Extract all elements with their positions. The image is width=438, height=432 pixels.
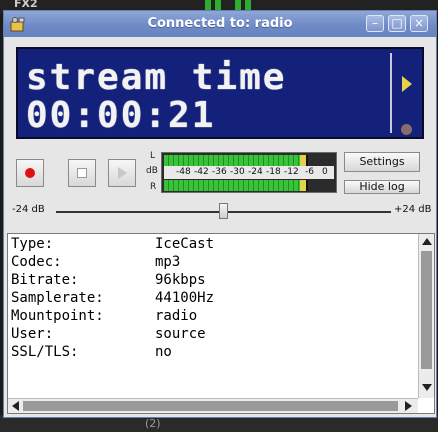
log-value: no <box>155 344 172 360</box>
volume-min-label: -24 dB <box>12 204 45 215</box>
scale-tick: -6 <box>305 167 314 177</box>
stream-time: 00:00:21 <box>26 95 216 136</box>
log-vertical-scrollbar[interactable] <box>418 234 434 398</box>
display-separator <box>390 53 392 133</box>
scale-tick: -36 <box>212 167 227 177</box>
level-meter: -48 -42 -36 -30 -24 -18 -12 -6 0 <box>161 152 337 193</box>
log-horizontal-scrollbar[interactable] <box>8 398 418 413</box>
log-key: Bitrate: <box>11 272 79 288</box>
scale-tick: -24 <box>248 167 263 177</box>
log-panel[interactable]: Type: IceCast Codec: mp3 Bitrate: 96kbps… <box>7 233 435 414</box>
log-key: SSL/TLS: <box>11 344 79 360</box>
volume-max-label: +24 dB <box>394 204 432 215</box>
volume-slider-thumb[interactable] <box>219 203 228 219</box>
stop-icon <box>77 168 87 178</box>
close-button[interactable]: × <box>410 15 428 32</box>
minimize-button[interactable]: – <box>366 15 384 32</box>
log-value: mp3 <box>155 254 181 270</box>
record-indicator-icon <box>401 124 412 135</box>
scale-tick: 0 <box>322 167 328 177</box>
meter-left-bar <box>164 155 306 166</box>
meter-right-label: R <box>150 182 157 192</box>
log-key: Samplerate: <box>11 290 104 306</box>
log-value: 96kbps <box>155 272 206 288</box>
log-horizontal-scroll-thumb[interactable] <box>23 401 398 411</box>
hide-log-button[interactable]: Hide log <box>344 180 420 194</box>
meter-right-marker <box>306 180 308 191</box>
stop-button[interactable] <box>68 159 96 187</box>
meter-left-label: L <box>150 151 156 161</box>
titlebar[interactable]: Connected to: radio – □ × <box>4 11 436 37</box>
scroll-left-icon[interactable] <box>12 401 19 411</box>
background-bottom-text: (2) <box>145 417 161 430</box>
log-vertical-scroll-thumb[interactable] <box>421 251 432 369</box>
log-key: User: <box>11 326 54 342</box>
meter-right-bar <box>164 180 306 191</box>
main-window: Connected to: radio – □ × stream time 00… <box>3 10 437 418</box>
log-key: Codec: <box>11 254 62 270</box>
maximize-button[interactable]: □ <box>388 15 406 32</box>
scale-tick: -42 <box>194 167 209 177</box>
display-label: stream time <box>26 57 287 98</box>
log-value: 44100Hz <box>155 290 215 306</box>
play-button[interactable] <box>108 159 136 187</box>
meter-left-marker <box>306 155 308 166</box>
log-value: radio <box>155 308 198 324</box>
log-key: Mountpoint: <box>11 308 104 324</box>
log-value: source <box>155 326 206 342</box>
log-key: Type: <box>11 236 54 252</box>
scale-tick: -30 <box>230 167 245 177</box>
play-icon <box>118 167 127 179</box>
settings-button[interactable]: Settings <box>344 152 420 172</box>
record-icon <box>25 168 35 178</box>
meter-scale: -48 -42 -36 -30 -24 -18 -12 -6 0 <box>164 166 334 179</box>
scale-tick: -48 <box>176 167 191 177</box>
scroll-right-icon[interactable] <box>405 401 412 411</box>
play-arrow-icon[interactable] <box>402 76 412 92</box>
log-value: IceCast <box>155 236 215 252</box>
meter-db-label: dB <box>146 166 158 176</box>
stream-display: stream time 00:00:21 <box>16 47 424 139</box>
scale-tick: -18 <box>266 167 281 177</box>
background-label: FX2 <box>14 0 38 10</box>
scale-tick: -12 <box>284 167 299 177</box>
scroll-down-icon[interactable] <box>422 384 432 391</box>
record-button[interactable] <box>16 159 44 187</box>
scroll-up-icon[interactable] <box>422 238 432 245</box>
